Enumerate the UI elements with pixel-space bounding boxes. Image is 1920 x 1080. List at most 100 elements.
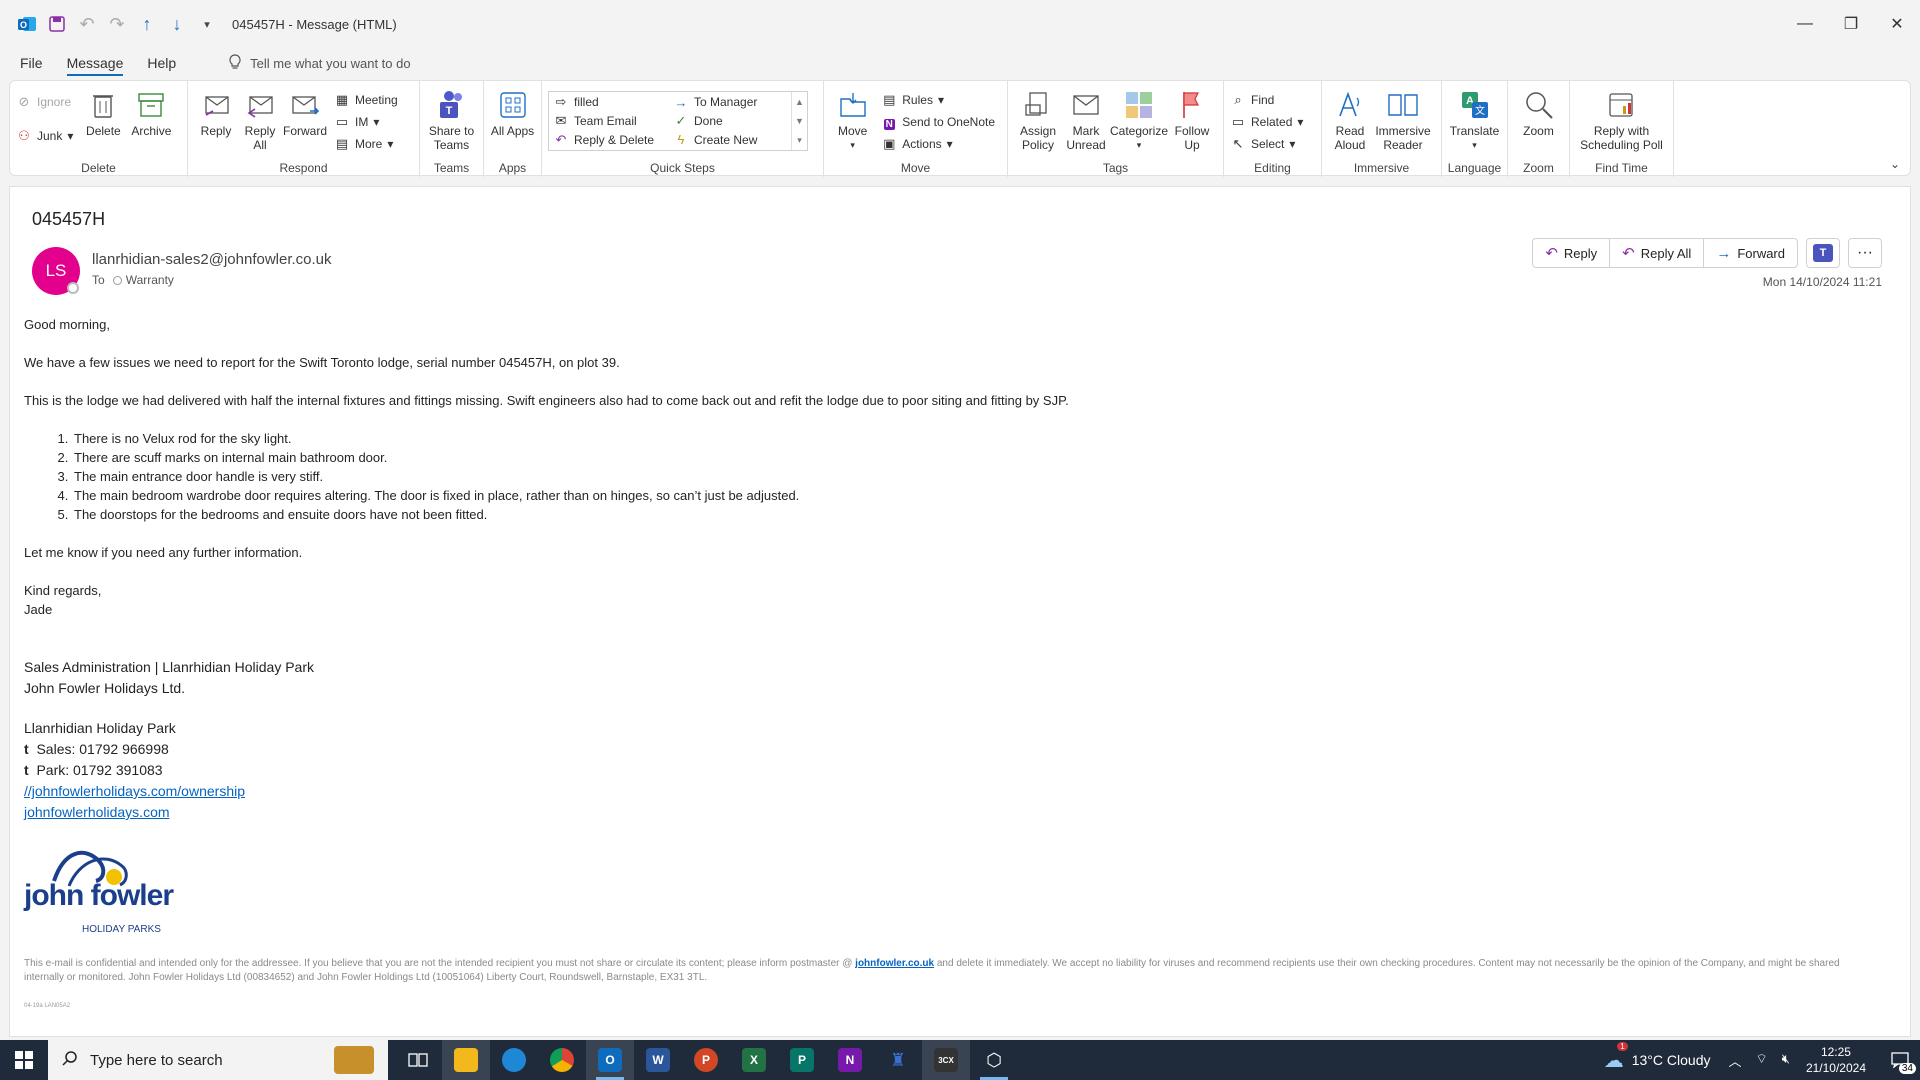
cube-app-icon[interactable]: ⬡ [970, 1040, 1018, 1080]
sig-park: Llanrhidian Holiday Park [24, 720, 176, 736]
actions-button[interactable]: ▣ Actions ▾ [881, 135, 995, 153]
reply-arrow-icon: ↶ [555, 131, 567, 147]
ribbon-group-quicksteps: ⇨ filled ✉ Team Email ↶ Reply & Delete → To … [542, 81, 824, 177]
menu-message[interactable]: Message [55, 48, 136, 78]
logo-subtitle: HOLIDAY PARKS [82, 924, 161, 935]
sig-sales-phone: t Sales: 01792 966998 [24, 741, 169, 757]
find-button[interactable]: ⌕ Find [1230, 91, 1303, 109]
recipient-name: Warranty [125, 273, 174, 287]
task-view-icon[interactable] [394, 1040, 442, 1080]
rules-icon: ▤ [883, 92, 896, 107]
read-aloud-icon [1334, 89, 1366, 121]
paragraph-1: We have a few issues we need to report f… [24, 355, 620, 370]
teams-chat-button[interactable]: T [1806, 238, 1840, 268]
3cx-icon[interactable]: 3CX [922, 1040, 970, 1080]
reply-button[interactable]: ↶ Reply [1532, 238, 1611, 268]
word-icon[interactable]: W [634, 1040, 682, 1080]
chrome-icon[interactable] [538, 1040, 586, 1080]
previous-item-icon[interactable]: ↑ [134, 11, 160, 37]
close-button[interactable]: ✕ [1874, 0, 1920, 48]
volume-muted-icon[interactable]: 🔇︎ [1782, 1051, 1790, 1070]
related-button[interactable]: ▭ Related ▾ [1230, 113, 1304, 131]
paragraph-3: Let me know if you need any further info… [24, 545, 303, 560]
undo-icon[interactable]: ↶ [74, 11, 100, 37]
postmaster-link[interactable]: johnfowler.co.uk [855, 958, 934, 969]
group-label-delete: Delete [81, 161, 116, 175]
weather-widget[interactable]: ☁ 1 13°C Cloudy [1604, 1041, 1710, 1073]
apps-grid-icon [497, 89, 529, 121]
quickstep-done[interactable]: ✓ Done [673, 113, 785, 130]
restore-button[interactable]: ❐ [1828, 0, 1874, 48]
reply-all-button[interactable]: ↶ Reply All [1609, 238, 1705, 268]
ignore-button[interactable]: ⊘ Ignore [16, 93, 73, 111]
chevron-up-icon[interactable]: ︿ [1728, 1051, 1741, 1070]
taskbar-search[interactable]: Type here to search [48, 1040, 388, 1080]
collapse-ribbon-icon[interactable]: ⌄ [1890, 157, 1900, 171]
forward-icon: → [1716, 244, 1732, 262]
title-bar: O ↶ ↷ ↑ ↓ ▾ 045457H - Message (HTML) — ❐… [0, 0, 1920, 48]
onenote-taskbar-icon[interactable]: N [826, 1040, 874, 1080]
im-button[interactable]: ▭ IM ▾ [334, 113, 398, 131]
more-actions-button[interactable]: ··· [1848, 238, 1882, 268]
figure-app-icon[interactable]: ♜ [874, 1040, 922, 1080]
disclaimer: This e-mail is confidential and intended… [24, 958, 1840, 983]
quickstep-reply-delete[interactable]: ↶ Reply & Delete [553, 131, 665, 148]
edge-icon[interactable] [490, 1040, 538, 1080]
more-respond-button[interactable]: ▤ More ▾ [334, 135, 398, 153]
reply-envelope-icon [200, 89, 232, 121]
search-icon: ⌕ [1234, 92, 1242, 107]
quickstep-create-new[interactable]: ϟ Create New [673, 131, 785, 148]
save-icon[interactable] [44, 11, 70, 37]
ribbon-group-respond: Reply Reply All Forward ▦ Meeting ▭ IM ▾ ▤… [188, 81, 420, 177]
group-label-language: Language [1447, 161, 1502, 175]
forward-button[interactable]: → Forward [1703, 238, 1798, 268]
sender-name: Jade [24, 602, 53, 617]
network-icon[interactable]: ⌔ [1756, 1051, 1768, 1070]
quickstep-team-email[interactable]: ✉ Team Email [553, 113, 665, 130]
expand-gallery-icon[interactable]: ▾ [797, 135, 802, 146]
clock[interactable]: 12:25 21/10/2024 [1806, 1044, 1866, 1076]
select-button[interactable]: ↖ Select ▾ [1230, 135, 1303, 153]
check-icon: ✓ [675, 113, 687, 128]
menu-file[interactable]: File [8, 48, 55, 78]
redo-icon[interactable]: ↷ [104, 11, 130, 37]
quickstep-filled[interactable]: ⇨ filled [553, 94, 665, 111]
minimize-button[interactable]: — [1782, 0, 1828, 48]
ribbon-group-immersive: Read Aloud Immersive Reader Immersive [1322, 81, 1442, 177]
rules-button[interactable]: ▤ Rules ▾ [881, 91, 995, 109]
chat-icon: ▭ [335, 114, 349, 129]
clock-time: 12:25 [1820, 1045, 1851, 1059]
notification-center-icon[interactable]: 34 [1880, 1040, 1920, 1080]
meeting-button[interactable]: ▦ Meeting [334, 91, 398, 109]
actions-icon: ▣ [883, 136, 896, 151]
start-button[interactable] [0, 1040, 48, 1080]
forward-envelope-icon [289, 89, 321, 121]
file-explorer-icon[interactable] [442, 1040, 490, 1080]
group-label-tags: Tags [1102, 161, 1129, 175]
ribbon-group-findtime: Reply with Scheduling Poll Find Time [1570, 81, 1674, 177]
scroll-up-icon[interactable]: ▲ [795, 97, 804, 107]
issues-list: There is no Velux rod for the sky light.… [72, 429, 1884, 524]
customize-toolbar-icon[interactable]: ▾ [194, 11, 220, 37]
publisher-icon[interactable]: P [778, 1040, 826, 1080]
recipient-chip[interactable]: Warranty [112, 273, 174, 287]
junk-button[interactable]: ⚇ Junk ▾ [16, 127, 73, 145]
outlook-taskbar-icon[interactable]: O [586, 1040, 634, 1080]
excel-icon[interactable]: X [730, 1040, 778, 1080]
reply-all-icon: ↶ [1622, 245, 1635, 262]
greeting: Good morning, [24, 317, 110, 332]
quick-steps-scroll[interactable]: ▲ ▼ ▾ [791, 92, 807, 150]
onenote-icon: N [883, 118, 895, 130]
website-link[interactable]: johnfowlerholidays.com [24, 804, 170, 820]
scroll-down-icon[interactable]: ▼ [795, 116, 804, 126]
tell-me-search[interactable]: Tell me what you want to do [228, 53, 411, 73]
sender-address[interactable]: llanrhidian-sales2@johnfowler.co.uk [92, 251, 332, 268]
ignore-icon: ⊘ [18, 94, 30, 109]
send-to-onenote-button[interactable]: N Send to OneNote [881, 113, 995, 131]
next-item-icon[interactable]: ↓ [164, 11, 190, 37]
powerpoint-icon[interactable]: P [682, 1040, 730, 1080]
menu-help[interactable]: Help [135, 48, 188, 78]
group-label-zoom: Zoom [1523, 161, 1554, 175]
quickstep-to-manager[interactable]: → To Manager [673, 94, 785, 111]
ownership-link[interactable]: //johnfowlerholidays.com/ownership [24, 783, 245, 799]
